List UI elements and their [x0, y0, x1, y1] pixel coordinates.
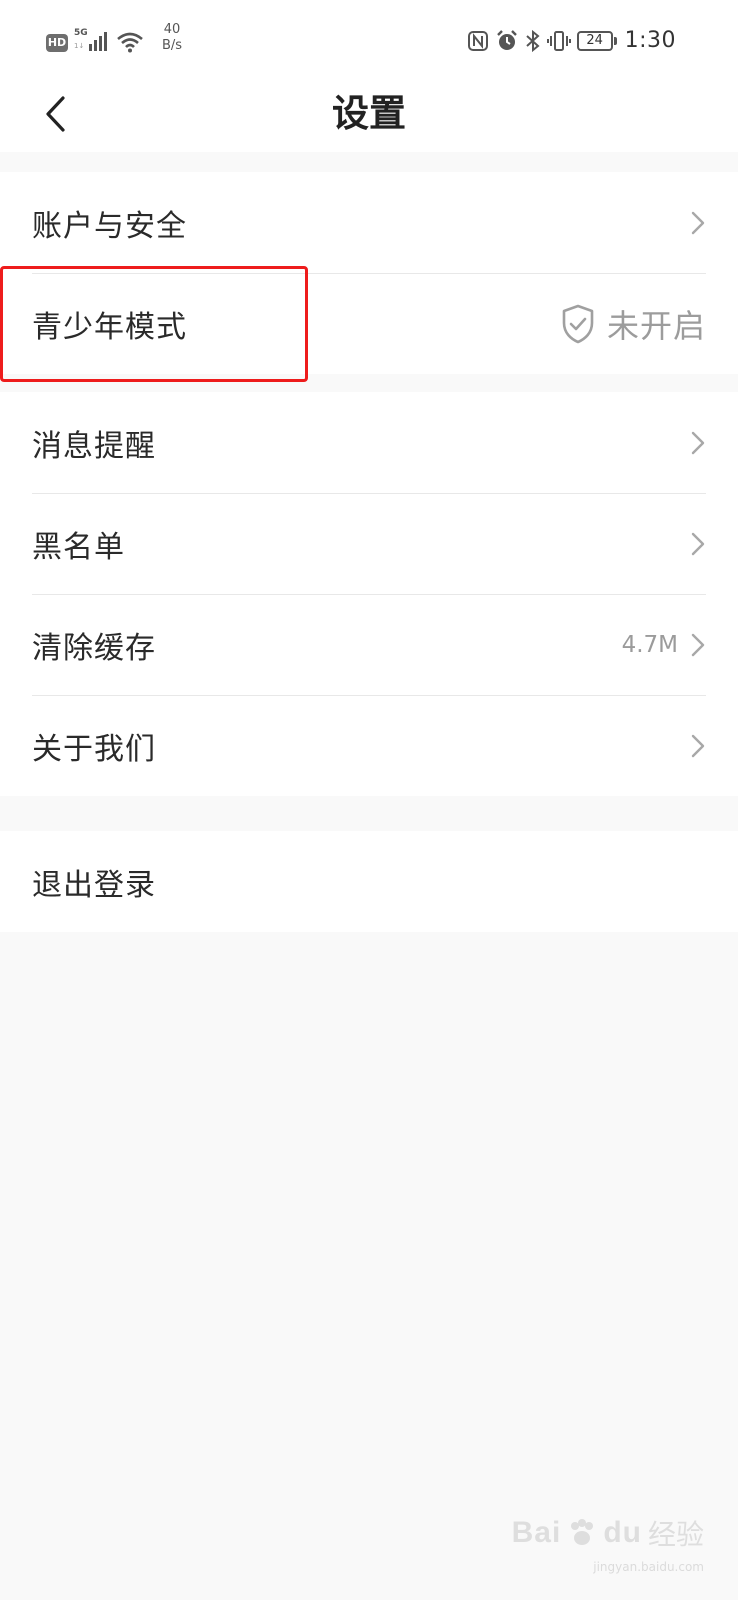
- signal-bars-icon: [89, 32, 107, 51]
- network-type-label: 5G: [74, 28, 88, 38]
- settings-item-teen-mode[interactable]: 青少年模式 未开启: [0, 273, 738, 374]
- row-right: [690, 530, 706, 558]
- row-right: 未开启: [561, 301, 706, 347]
- chevron-right-icon: [691, 734, 705, 757]
- row-right: [690, 732, 706, 760]
- row-right: 4.7M: [622, 631, 706, 659]
- watermark-text: 经验: [647, 1518, 704, 1551]
- settings-item-about-us[interactable]: 关于我们: [0, 695, 738, 796]
- settings-group-logout: 退出登录: [0, 831, 738, 932]
- status-left: HD 5G 1↓ 40 B/s: [46, 22, 190, 60]
- watermark-url: jingyan.baidu.com: [593, 1560, 704, 1574]
- chevron-right-icon: [691, 211, 705, 234]
- bluetooth-icon: [525, 29, 540, 52]
- settings-screen: HD 5G 1↓ 40 B/s 24 1:30 设置 账户与安全 青少年模式 未…: [0, 0, 738, 1600]
- network-sub-label: 1↓: [74, 42, 85, 50]
- settings-item-label: 账户与安全: [32, 208, 187, 244]
- nfc-icon: [467, 30, 488, 51]
- shield-check-icon: [562, 304, 594, 343]
- baidu-watermark: Bai du 经验: [512, 1513, 704, 1553]
- logout-label: 退出登录: [32, 867, 156, 903]
- settings-item-clear-cache[interactable]: 清除缓存 4.7M: [0, 594, 738, 695]
- vibrate-icon: [546, 30, 571, 51]
- network-speed: 40 B/s: [154, 22, 190, 54]
- row-right: [690, 429, 706, 457]
- settings-item-label: 青少年模式: [32, 309, 187, 345]
- settings-item-label: 黑名单: [32, 529, 125, 565]
- settings-item-label: 关于我们: [32, 731, 156, 767]
- chevron-right-icon: [691, 431, 705, 454]
- network-speed-value: 40: [163, 22, 181, 37]
- status-bar: HD 5G 1↓ 40 B/s 24 1:30: [0, 0, 738, 78]
- cache-size-value: 4.7M: [621, 631, 678, 658]
- logout-button[interactable]: 退出登录: [0, 831, 738, 932]
- app-bar: 设置: [0, 78, 738, 152]
- hd-badge: HD: [46, 34, 68, 52]
- network-speed-unit: B/s: [161, 38, 183, 53]
- settings-item-label: 消息提醒: [32, 428, 156, 464]
- paw-icon: [571, 1519, 594, 1545]
- watermark-brand-suffix: du: [603, 1516, 642, 1549]
- settings-group-account: 账户与安全 青少年模式 未开启: [0, 172, 738, 374]
- settings-item-account-security[interactable]: 账户与安全: [0, 172, 738, 273]
- alarm-icon: [496, 29, 517, 50]
- settings-item-label: 清除缓存: [32, 630, 156, 666]
- settings-item-blacklist[interactable]: 黑名单: [0, 493, 738, 594]
- row-right: [690, 209, 706, 237]
- chevron-right-icon: [691, 633, 705, 656]
- wifi-icon: [117, 32, 143, 53]
- battery-icon: 24: [576, 30, 617, 51]
- chevron-right-icon: [691, 532, 705, 555]
- watermark-brand: Bai: [511, 1516, 562, 1549]
- page-title: 设置: [332, 92, 406, 135]
- status-right: 24 1:30: [467, 28, 676, 53]
- settings-group-general: 消息提醒 黑名单 清除缓存 4.7M 关于我们: [0, 392, 738, 796]
- status-time: 1:30: [624, 28, 676, 53]
- settings-item-notifications[interactable]: 消息提醒: [0, 392, 738, 493]
- cellular-signal: 5G 1↓: [74, 28, 110, 60]
- teen-mode-status: 未开启: [606, 306, 706, 345]
